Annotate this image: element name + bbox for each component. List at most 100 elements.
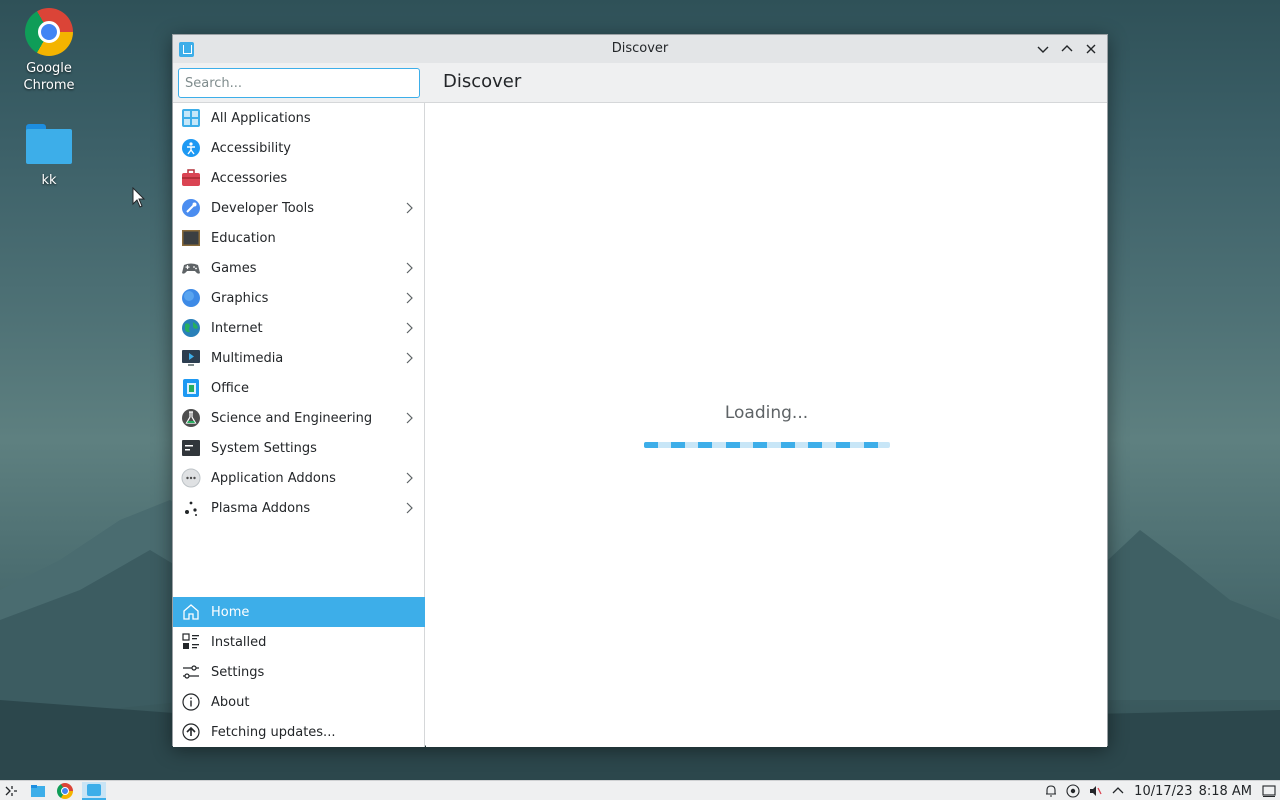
sidebar-item-application-addons[interactable]: Application Addons: [173, 463, 425, 493]
network-icon[interactable]: [1066, 784, 1080, 798]
sidebar-item-label: Internet: [211, 320, 263, 336]
discover-window: Discover Discover Al: [172, 34, 1108, 747]
chevron-right-icon: [406, 472, 413, 484]
sidebar-item-label: System Settings: [211, 440, 317, 456]
nav-label: Fetching updates...: [211, 724, 336, 740]
chevron-right-icon: [406, 352, 413, 364]
sidebar-item-accessibility[interactable]: Accessibility: [173, 133, 425, 163]
show-desktop-icon[interactable]: [1262, 784, 1276, 798]
sidebar-item-label: Accessibility: [211, 140, 291, 156]
sidebar-item-label: Graphics: [211, 290, 269, 306]
window-controls: [1033, 39, 1101, 59]
sidebar-item-label: Plasma Addons: [211, 500, 311, 516]
sidebar-item-system-settings[interactable]: System Settings: [173, 433, 425, 463]
nav-about[interactable]: About: [173, 687, 425, 717]
sidebar-item-education[interactable]: Education: [173, 223, 425, 253]
sidebar-item-label: Science and Engineering: [211, 410, 373, 426]
window-title: Discover: [611, 41, 669, 56]
sidebar-item-developer-tools[interactable]: Developer Tools: [173, 193, 425, 223]
application-addons-icon: [181, 468, 201, 488]
close-button[interactable]: [1081, 39, 1101, 59]
loading-progress-bar: [644, 442, 890, 448]
games-icon: [182, 263, 200, 274]
nav-label: About: [211, 694, 250, 710]
graphics-icon: [182, 289, 200, 307]
minimize-button[interactable]: [1033, 39, 1053, 59]
sidebar-item-multimedia[interactable]: Multimedia: [173, 343, 425, 373]
bottom-navigation: Home Installed Settings About Fetching u…: [173, 597, 425, 747]
search-input[interactable]: [178, 68, 420, 98]
installed-icon: [182, 633, 199, 649]
sidebar-item-label: Multimedia: [211, 350, 284, 366]
plasma-addons-icon: [185, 501, 197, 516]
nav-installed[interactable]: Installed: [173, 627, 425, 657]
developer-tools-icon: [182, 199, 200, 217]
settings-icon: [183, 665, 199, 679]
accessories-icon: [182, 169, 200, 186]
system-tray: 10/17/23 8:18 AM: [1044, 781, 1280, 800]
sidebar-item-office[interactable]: Office: [173, 373, 425, 403]
date-display[interactable]: 10/17/23: [1134, 784, 1192, 799]
accessibility-icon: [182, 139, 200, 157]
chevron-right-icon: [406, 412, 413, 424]
chevron-right-icon: [406, 502, 413, 514]
sidebar-item-label: All Applications: [211, 110, 311, 126]
maximize-button[interactable]: [1057, 39, 1077, 59]
desktop-icon-label: kk: [41, 173, 57, 188]
update-icon: [182, 723, 200, 741]
close-icon: [1086, 44, 1096, 54]
title-bar[interactable]: Discover: [173, 35, 1107, 63]
desktop-icon-label: Google: [26, 61, 72, 76]
sidebar-item-graphics[interactable]: Graphics: [173, 283, 425, 313]
nav-label: Installed: [211, 634, 267, 650]
education-icon: [182, 230, 200, 246]
desktop-icon-kk[interactable]: kk: [9, 120, 89, 189]
mouse-cursor-icon: [132, 187, 146, 208]
launcher-icon[interactable]: [3, 783, 19, 799]
maximize-icon: [1061, 45, 1073, 52]
folder-icon: [26, 124, 72, 164]
taskbar-discover-button[interactable]: [82, 782, 106, 800]
minimize-icon: [1037, 46, 1049, 53]
chevron-right-icon: [406, 202, 413, 214]
toolbar: Discover: [173, 63, 1107, 103]
sidebar: All Applications Accessibility Accessori…: [173, 103, 425, 747]
sidebar-item-label: Education: [211, 230, 276, 246]
chevron-right-icon: [406, 292, 413, 304]
desktop-icon-label: Chrome: [23, 78, 75, 93]
notifications-icon[interactable]: [1044, 784, 1058, 798]
sidebar-item-accessories[interactable]: Accessories: [173, 163, 425, 193]
file-manager-icon[interactable]: [30, 783, 46, 799]
all-applications-icon: [182, 109, 200, 127]
sidebar-item-all-applications[interactable]: All Applications: [173, 103, 425, 133]
chevron-right-icon: [406, 322, 413, 334]
nav-label: Home: [211, 604, 250, 620]
sidebar-item-internet[interactable]: Internet: [173, 313, 425, 343]
sidebar-item-games[interactable]: Games: [173, 253, 425, 283]
nav-label: Settings: [211, 664, 265, 680]
sidebar-item-label: Office: [211, 380, 249, 396]
discover-icon: [87, 784, 101, 796]
volume-muted-icon[interactable]: [1088, 784, 1102, 798]
desktop-icon-chrome[interactable]: Google Chrome: [9, 8, 89, 94]
chevron-right-icon: [406, 262, 413, 274]
multimedia-icon: [182, 350, 200, 366]
sidebar-item-science-and-engineering[interactable]: Science and Engineering: [173, 403, 425, 433]
chrome-icon[interactable]: [57, 783, 73, 799]
sidebar-item-label: Accessories: [211, 170, 288, 186]
nav-updates[interactable]: Fetching updates...: [173, 717, 425, 747]
sidebar-item-label: Games: [211, 260, 257, 276]
sidebar-item-plasma-addons[interactable]: Plasma Addons: [173, 493, 425, 523]
sidebar-item-label: Developer Tools: [211, 200, 315, 216]
nav-home[interactable]: Home: [173, 597, 425, 627]
chevron-up-icon[interactable]: [1112, 785, 1124, 797]
office-icon: [183, 379, 199, 397]
sidebar-item-label: Application Addons: [211, 470, 336, 486]
time-display[interactable]: 8:18 AM: [1199, 784, 1252, 799]
category-list: All Applications Accessibility Accessori…: [173, 103, 425, 523]
loading-text: Loading...: [724, 403, 809, 423]
nav-settings[interactable]: Settings: [173, 657, 425, 687]
system-settings-icon: [182, 440, 200, 456]
about-icon: [182, 693, 200, 711]
home-icon: [183, 604, 199, 620]
